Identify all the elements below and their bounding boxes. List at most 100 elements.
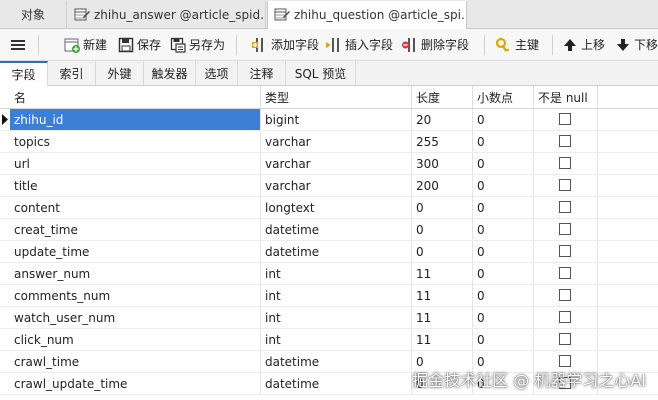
cell-name[interactable]: answer_num bbox=[10, 263, 261, 284]
table-row[interactable]: watch_user_num int 11 0 bbox=[0, 307, 658, 329]
not-null-checkbox[interactable] bbox=[559, 201, 571, 213]
cell-name[interactable]: watch_user_num bbox=[10, 307, 261, 328]
cell-name[interactable]: crawl_time bbox=[10, 351, 261, 372]
tab-comments[interactable]: 注释 bbox=[238, 61, 286, 85]
table-row[interactable]: click_num int 11 0 bbox=[0, 329, 658, 351]
table-row[interactable]: comments_num int 11 0 bbox=[0, 285, 658, 307]
cell-type[interactable]: int bbox=[261, 307, 412, 328]
tab-triggers[interactable]: 触发器 bbox=[144, 61, 196, 85]
tab-zhihu-question[interactable]: zhihu_question @article_spi... bbox=[267, 1, 467, 29]
tab-fields[interactable]: 字段 bbox=[0, 61, 48, 86]
cell-decimals[interactable]: 0 bbox=[473, 329, 534, 350]
cell-length[interactable]: 0 bbox=[412, 197, 473, 218]
cell-decimals[interactable]: 0 bbox=[473, 153, 534, 174]
cell-decimals[interactable]: 0 bbox=[473, 241, 534, 262]
column-header-not-null[interactable]: 不是 null bbox=[534, 86, 598, 108]
cell-length[interactable]: 300 bbox=[412, 153, 473, 174]
column-header-length[interactable]: 长度 bbox=[412, 86, 473, 108]
cell-name[interactable]: url bbox=[10, 153, 261, 174]
cell-length[interactable]: 11 bbox=[412, 307, 473, 328]
move-down-button[interactable]: 下移 bbox=[615, 29, 658, 60]
new-button[interactable]: 新建 bbox=[64, 29, 107, 60]
save-button[interactable]: 保存 bbox=[118, 29, 161, 60]
cell-length[interactable]: 0 bbox=[412, 241, 473, 262]
not-null-checkbox[interactable] bbox=[559, 179, 571, 191]
cell-type[interactable]: varchar bbox=[261, 153, 412, 174]
table-row[interactable]: content longtext 0 0 bbox=[0, 197, 658, 219]
table-row[interactable]: answer_num int 11 0 bbox=[0, 263, 658, 285]
cell-name[interactable]: click_num bbox=[10, 329, 261, 350]
table-row[interactable]: zhihu_id bigint 20 0 bbox=[0, 109, 658, 131]
not-null-checkbox[interactable] bbox=[559, 311, 571, 323]
cell-name[interactable]: creat_time bbox=[10, 219, 261, 240]
tab-objects[interactable]: 对象 bbox=[0, 1, 67, 28]
table-row[interactable]: update_time datetime 0 0 bbox=[0, 241, 658, 263]
cell-decimals[interactable]: 0 bbox=[473, 197, 534, 218]
primary-key-button[interactable]: 主键 bbox=[496, 29, 539, 60]
cell-length[interactable]: 11 bbox=[412, 285, 473, 306]
cell-name[interactable]: title bbox=[10, 175, 261, 196]
not-null-checkbox[interactable] bbox=[559, 355, 571, 367]
cell-type[interactable]: datetime bbox=[261, 241, 412, 262]
not-null-checkbox[interactable] bbox=[559, 333, 571, 345]
cell-type[interactable]: varchar bbox=[261, 131, 412, 152]
cell-type[interactable]: longtext bbox=[261, 197, 412, 218]
cell-length[interactable]: 0 bbox=[412, 219, 473, 240]
cell-name[interactable]: zhihu_id bbox=[10, 109, 261, 130]
cell-type[interactable]: datetime bbox=[261, 351, 412, 372]
cell-decimals[interactable]: 0 bbox=[473, 131, 534, 152]
cell-length[interactable]: 11 bbox=[412, 329, 473, 350]
column-header-decimals[interactable]: 小数点 bbox=[473, 86, 534, 108]
tab-indexes[interactable]: 索引 bbox=[48, 61, 96, 85]
cell-decimals[interactable]: 0 bbox=[473, 307, 534, 328]
cell-decimals[interactable]: 0 bbox=[473, 219, 534, 240]
save-as-button[interactable]: 另存为 bbox=[170, 29, 225, 60]
cell-name[interactable]: content bbox=[10, 197, 261, 218]
not-null-checkbox[interactable] bbox=[559, 289, 571, 301]
new-icon bbox=[64, 38, 80, 53]
cell-length[interactable]: 11 bbox=[412, 263, 473, 284]
tab-options[interactable]: 选项 bbox=[196, 61, 238, 85]
not-null-checkbox[interactable] bbox=[559, 267, 571, 279]
insert-field-button[interactable]: 插入字段 bbox=[326, 29, 393, 60]
not-null-checkbox[interactable] bbox=[559, 135, 571, 147]
cell-length[interactable]: 200 bbox=[412, 175, 473, 196]
add-field-button[interactable]: 添加字段 bbox=[252, 29, 319, 60]
cell-type[interactable]: int bbox=[261, 263, 412, 284]
not-null-checkbox[interactable] bbox=[559, 223, 571, 235]
cell-type[interactable]: int bbox=[261, 285, 412, 306]
cell-type[interactable]: datetime bbox=[261, 373, 412, 394]
cell-name[interactable]: topics bbox=[10, 131, 261, 152]
cell-decimals[interactable]: 0 bbox=[473, 175, 534, 196]
table-row[interactable]: topics varchar 255 0 bbox=[0, 131, 658, 153]
tab-sql-preview[interactable]: SQL 预览 bbox=[286, 61, 356, 85]
menu-button[interactable] bbox=[10, 29, 29, 60]
cell-decimals[interactable]: 0 bbox=[473, 285, 534, 306]
cell-length[interactable]: 255 bbox=[412, 131, 473, 152]
cell-name[interactable]: update_time bbox=[10, 241, 261, 262]
delete-field-button[interactable]: 删除字段 bbox=[402, 29, 469, 60]
cell-decimals[interactable]: 0 bbox=[473, 109, 534, 130]
cell-type[interactable]: varchar bbox=[261, 175, 412, 196]
tab-foreign-keys[interactable]: 外键 bbox=[96, 61, 144, 85]
not-null-checkbox[interactable] bbox=[559, 245, 571, 257]
cell-type[interactable]: bigint bbox=[261, 109, 412, 130]
cell-not-null bbox=[534, 329, 598, 350]
cell-type[interactable]: int bbox=[261, 329, 412, 350]
table-row[interactable]: creat_time datetime 0 0 bbox=[0, 219, 658, 241]
not-null-checkbox[interactable] bbox=[559, 157, 571, 169]
not-null-checkbox[interactable] bbox=[559, 113, 571, 125]
cell-length[interactable]: 20 bbox=[412, 109, 473, 130]
cell-decimals[interactable]: 0 bbox=[473, 263, 534, 284]
cell-not-null bbox=[534, 307, 598, 328]
fields-grid: 名 类型 长度 小数点 不是 null zhihu_id bigint 20 0 top… bbox=[0, 86, 658, 400]
cell-name[interactable]: comments_num bbox=[10, 285, 261, 306]
table-row[interactable]: url varchar 300 0 bbox=[0, 153, 658, 175]
tab-zhihu-answer[interactable]: zhihu_answer @article_spid... bbox=[68, 1, 266, 28]
column-header-type[interactable]: 类型 bbox=[261, 86, 412, 108]
cell-type[interactable]: datetime bbox=[261, 219, 412, 240]
cell-name[interactable]: crawl_update_time bbox=[10, 373, 261, 394]
column-header-name[interactable]: 名 bbox=[10, 86, 261, 108]
table-row[interactable]: title varchar 200 0 bbox=[0, 175, 658, 197]
move-up-button[interactable]: 上移 bbox=[562, 29, 605, 60]
